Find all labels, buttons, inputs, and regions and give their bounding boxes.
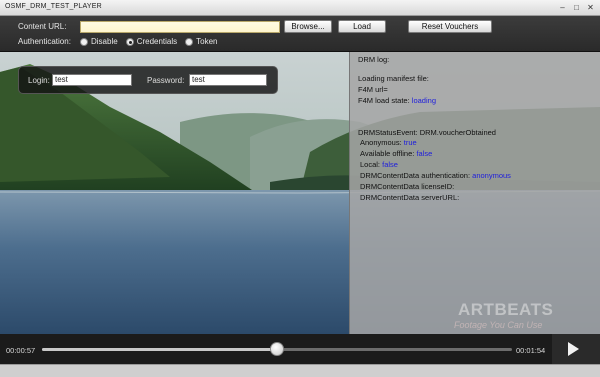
seek-bar-progress [42, 348, 277, 351]
log-line: F4M load state: loading [358, 96, 436, 105]
auth-option-token[interactable]: Token [185, 37, 218, 46]
log-value: true [403, 138, 417, 147]
authentication-radio-group: Disable Credentials Token [80, 37, 218, 46]
password-label: Password: [147, 76, 185, 85]
window-controls: – □ ✕ [557, 3, 596, 13]
log-header: DRM log: [358, 55, 390, 64]
window-titlebar: OSMF_DRM_TEST_PLAYER – □ ✕ [0, 0, 600, 16]
auth-option-credentials[interactable]: Credentials [125, 37, 178, 46]
auth-option-label: Disable [91, 37, 118, 46]
play-icon [568, 342, 579, 356]
authentication-label: Authentication: [18, 37, 71, 46]
log-line: DRMStatusEvent: DRM.voucherObtained [358, 128, 496, 137]
close-button[interactable]: ✕ [585, 3, 596, 13]
log-value: loading [411, 96, 436, 105]
log-label: DRMContentData authentication: [360, 171, 471, 180]
log-line: Available offline: false [360, 149, 432, 158]
minimize-button[interactable]: – [557, 3, 568, 13]
play-button[interactable] [552, 334, 600, 364]
reset-vouchers-button[interactable]: Reset Vouchers [408, 20, 492, 33]
brand-tagline: Footage You Can Use [454, 320, 543, 330]
log-line: Loading manifest file: [358, 74, 429, 83]
auth-option-label: Token [196, 37, 218, 46]
drm-log-panel: DRM log: Loading manifest file: F4M url=… [349, 52, 600, 334]
radio-selected-icon [125, 37, 134, 46]
log-label: Anonymous: [360, 138, 402, 147]
log-label: Local: [360, 160, 381, 169]
log-value: anonymous [472, 171, 511, 180]
log-line: Local: false [360, 160, 398, 169]
login-panel: Login: test Password: test [18, 66, 278, 94]
browse-button[interactable]: Browse... [284, 20, 332, 33]
toolbar: Content URL: Browse... Load Reset Vouche… [0, 16, 600, 52]
log-label: Available offline: [360, 149, 415, 158]
maximize-button[interactable]: □ [571, 3, 582, 13]
password-input[interactable]: test [189, 74, 267, 86]
load-button[interactable]: Load [338, 20, 386, 33]
current-time: 00:00:57 [6, 346, 36, 355]
window-bottom-border [0, 364, 600, 377]
auth-option-label: Credentials [136, 37, 178, 46]
log-value: false [382, 160, 398, 169]
log-line: DRMContentData serverURL: [360, 193, 460, 202]
auth-option-disable[interactable]: Disable [80, 37, 118, 46]
playback-control-bar: 00:00:57 00:01:54 [0, 334, 600, 364]
brand-watermark: ARTBEATS [458, 300, 554, 319]
content-url-input[interactable] [80, 21, 280, 33]
login-input[interactable]: test [52, 74, 132, 86]
log-line: Anonymous: true [360, 138, 417, 147]
log-line: DRMContentData licenseID: [360, 182, 455, 191]
log-value: false [416, 149, 433, 158]
content-url-label: Content URL: [18, 22, 67, 31]
seek-thumb[interactable] [270, 342, 284, 356]
radio-unselected-icon [80, 37, 88, 46]
radio-unselected-icon [185, 37, 194, 46]
total-time: 00:01:54 [516, 346, 546, 355]
login-label: Login: [28, 76, 50, 85]
log-line: DRMContentData authentication: anonymous [360, 171, 511, 180]
window-title: OSMF_DRM_TEST_PLAYER [5, 3, 102, 10]
log-label: F4M load state: [358, 96, 410, 105]
log-line: F4M url= [358, 85, 388, 94]
